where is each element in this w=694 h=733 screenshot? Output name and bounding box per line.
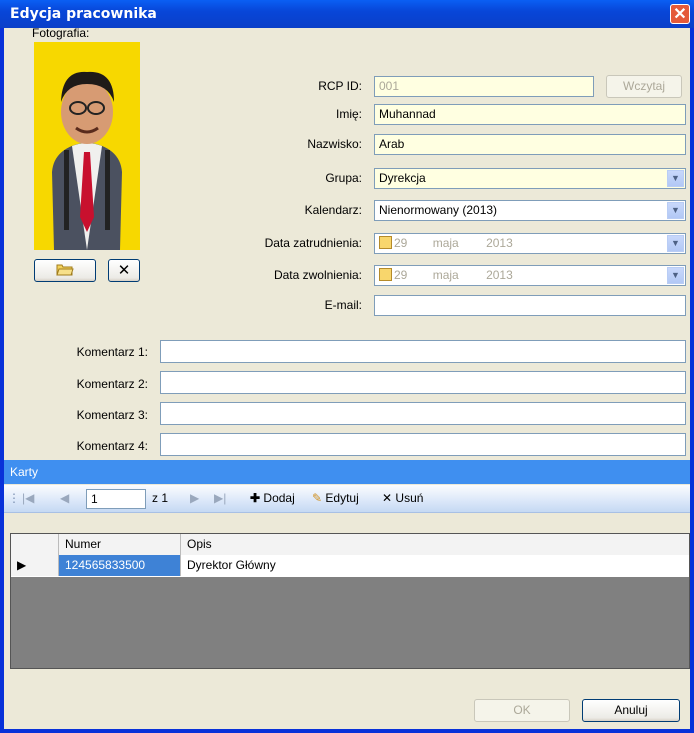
hire-date-label: Data zatrudnienia: — [264, 236, 362, 250]
title-bar: Edycja pracownika ✕ — [0, 0, 694, 28]
employee-photo — [34, 42, 140, 250]
row-selector[interactable]: ▶ — [11, 555, 59, 576]
card-description-cell[interactable]: Dyrektor Główny — [181, 555, 689, 576]
next-page-icon[interactable]: ▶ — [190, 491, 199, 505]
calendar-label: Kalendarz: — [304, 203, 362, 217]
comment-3-field[interactable] — [160, 402, 686, 425]
load-button[interactable]: Wczytaj — [606, 75, 682, 98]
fire-year: 2013 — [486, 268, 513, 282]
rcp-id-label: RCP ID: — [318, 79, 362, 93]
last-name-field[interactable]: Arab — [374, 134, 686, 155]
comment-2-label: Komentarz 2: — [76, 377, 148, 391]
calendar-icon — [379, 236, 392, 249]
page-count: z 1 — [152, 491, 169, 505]
calendar-icon — [379, 268, 392, 281]
chevron-down-icon[interactable]: ▼ — [667, 202, 684, 219]
termination-date-picker[interactable]: 29 maja 2013 ▼ — [374, 265, 686, 286]
termination-date-label: Data zwolnienia: — [273, 268, 362, 282]
edit-label: Edytuj — [325, 491, 359, 505]
group-value: Dyrekcja — [379, 171, 426, 185]
ok-button[interactable]: OK — [474, 699, 570, 722]
page-input[interactable]: 1 — [86, 489, 146, 509]
hire-year: 2013 — [486, 236, 513, 250]
chevron-down-icon[interactable]: ▼ — [667, 267, 684, 284]
hire-month: maja — [432, 236, 459, 250]
edit-icon: ✎ — [312, 491, 323, 505]
cards-section-header: Karty — [4, 460, 690, 484]
cards-toolbar: ⋮ |◀ ◀ 1 z 1 ▶ ▶| ✚ Dodaj ✎ Edytuj ✕ Usu… — [4, 485, 690, 513]
plus-icon: ✚ — [250, 491, 261, 505]
fire-day: 29 — [394, 268, 408, 282]
comment-4-field[interactable] — [160, 433, 686, 456]
cancel-button[interactable]: Anuluj — [582, 699, 680, 722]
hire-date-picker[interactable]: 29 maja 2013 ▼ — [374, 233, 686, 254]
calendar-value: Nienormowany (2013) — [379, 203, 498, 217]
calendar-select[interactable]: Nienormowany (2013) ▼ — [374, 200, 686, 221]
email-field[interactable] — [374, 295, 686, 316]
delete-label: Usuń — [395, 491, 424, 505]
row-header-corner — [11, 534, 59, 555]
table-row[interactable]: ▶ 124565833500 Dyrektor Główny — [11, 555, 689, 577]
group-label: Grupa: — [325, 171, 362, 185]
hire-day: 29 — [394, 236, 408, 250]
remove-photo-button[interactable]: ✕ — [108, 259, 140, 282]
grid-header: Numer Opis — [11, 534, 689, 556]
rcp-id-field[interactable]: 001 — [374, 76, 594, 97]
add-label: Dodaj — [263, 491, 295, 505]
first-page-icon[interactable]: |◀ — [22, 491, 34, 505]
last-name-label: Nazwisko: — [307, 137, 362, 151]
folder-open-icon — [56, 264, 74, 276]
add-button[interactable]: ✚ Dodaj — [250, 491, 295, 505]
fire-month: maja — [432, 268, 459, 282]
column-header-number[interactable]: Numer — [59, 534, 181, 555]
edit-button[interactable]: ✎ Edytuj — [312, 491, 359, 505]
comment-4-label: Komentarz 4: — [76, 439, 148, 453]
email-label: E-mail: — [324, 298, 362, 312]
window-title: Edycja pracownika — [10, 6, 157, 22]
last-page-icon[interactable]: ▶| — [214, 491, 226, 505]
first-name-label: Imię: — [335, 107, 362, 121]
grip-icon: ⋮ — [8, 491, 20, 505]
delete-button[interactable]: ✕ Usuń — [382, 491, 423, 505]
cards-grid: Numer Opis ▶ 124565833500 Dyrektor Główn… — [10, 533, 690, 669]
close-button[interactable]: ✕ — [670, 4, 690, 24]
column-header-description[interactable]: Opis — [181, 534, 689, 555]
comment-2-field[interactable] — [160, 371, 686, 394]
prev-page-icon[interactable]: ◀ — [60, 491, 69, 505]
load-photo-button[interactable] — [34, 259, 96, 282]
photo-label: Fotografia: — [32, 26, 90, 40]
chevron-down-icon[interactable]: ▼ — [667, 170, 684, 187]
delete-icon: ✕ — [382, 491, 393, 505]
comment-1-field[interactable] — [160, 340, 686, 363]
chevron-down-icon[interactable]: ▼ — [667, 235, 684, 252]
close-icon: ✕ — [117, 262, 131, 279]
comment-1-label: Komentarz 1: — [76, 345, 148, 359]
first-name-field[interactable]: Muhannad — [374, 104, 686, 125]
card-number-cell[interactable]: 124565833500 — [59, 555, 181, 576]
comment-3-label: Komentarz 3: — [76, 408, 148, 422]
group-select[interactable]: Dyrekcja ▼ — [374, 168, 686, 189]
